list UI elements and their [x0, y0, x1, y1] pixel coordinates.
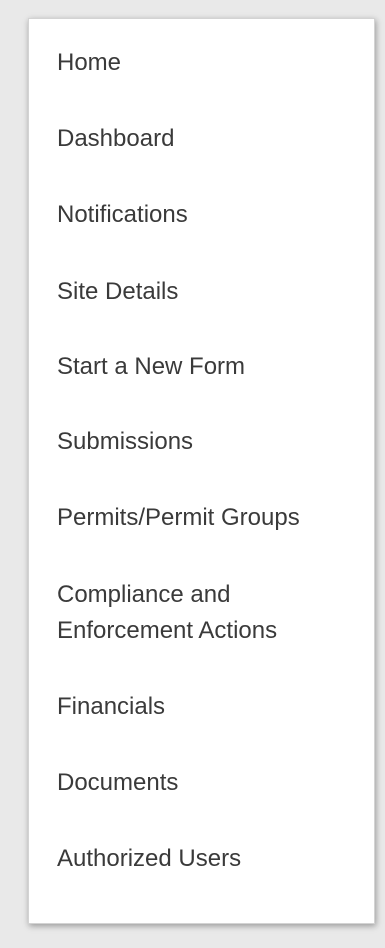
nav-item-submissions[interactable]: Submissions	[57, 424, 358, 460]
side-navigation-menu: Home Dashboard Notifications Site Detail…	[28, 18, 375, 924]
nav-item-site-details[interactable]: Site Details	[57, 274, 358, 310]
nav-item-notifications[interactable]: Notifications	[57, 197, 358, 233]
nav-item-financials[interactable]: Financials	[57, 689, 358, 725]
nav-item-documents[interactable]: Documents	[57, 765, 358, 801]
nav-item-dashboard[interactable]: Dashboard	[57, 121, 358, 157]
nav-item-compliance-enforcement-actions[interactable]: Compliance and Enforcement Actions	[57, 577, 357, 649]
nav-item-start-new-form[interactable]: Start a New Form	[57, 349, 358, 385]
nav-item-permits-permit-groups[interactable]: Permits/Permit Groups	[57, 500, 358, 536]
nav-item-home[interactable]: Home	[57, 45, 358, 81]
nav-item-authorized-users[interactable]: Authorized Users	[57, 841, 358, 877]
